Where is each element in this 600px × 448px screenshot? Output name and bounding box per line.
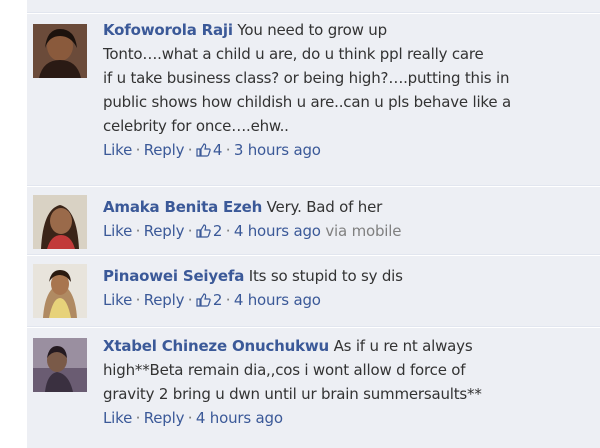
comment-timestamp[interactable]: 4 hours ago bbox=[196, 409, 283, 427]
comment-text: Amaka Benita Ezeh Very. Bad of her bbox=[103, 195, 594, 219]
profile-photo bbox=[33, 24, 87, 78]
comment-line: high**Beta remain dia,,cos i wont allow … bbox=[103, 361, 466, 379]
comment-body: Amaka Benita Ezeh Very. Bad of her Like ·… bbox=[103, 195, 594, 246]
comment-meta: Like · Reply · 4 · 3 hours ago bbox=[103, 138, 594, 165]
like-count: 2 bbox=[212, 291, 223, 309]
via-mobile: via mobile bbox=[325, 222, 402, 240]
comment-text: Xtabel Chineze Onuchukwu As if u re nt a… bbox=[103, 334, 594, 406]
thumbs-up-icon bbox=[196, 224, 211, 238]
comment-timestamp[interactable]: 4 hours ago bbox=[234, 222, 321, 240]
thumbs-up-icon bbox=[196, 143, 211, 157]
meta-separator: · bbox=[188, 413, 192, 424]
comment-line: Its so stupid to sy dis bbox=[248, 267, 403, 285]
comment-body: Xtabel Chineze Onuchukwu As if u re nt a… bbox=[103, 334, 594, 433]
avatar[interactable] bbox=[33, 195, 87, 249]
like-count-link[interactable]: 2 bbox=[196, 291, 222, 309]
meta-separator: · bbox=[136, 226, 140, 237]
meta-separator: · bbox=[188, 145, 192, 156]
thread-top-strip bbox=[27, 0, 600, 13]
avatar[interactable] bbox=[33, 24, 87, 78]
comment-line: celebrity for once….ehw.. bbox=[103, 117, 289, 135]
comment-line: Very. Bad of her bbox=[266, 198, 383, 216]
reply-link[interactable]: Reply bbox=[144, 222, 185, 240]
comment-line: gravity 2 bring u dwn until ur brain sum… bbox=[103, 385, 482, 403]
like-count: 4 bbox=[212, 141, 223, 159]
meta-separator: · bbox=[188, 295, 192, 306]
comment-meta: Like · Reply · 2 · 4 hours ago bbox=[103, 288, 594, 315]
like-link[interactable]: Like bbox=[103, 222, 132, 240]
comment-item: Xtabel Chineze Onuchukwu As if u re nt a… bbox=[27, 328, 600, 448]
profile-photo bbox=[33, 195, 87, 249]
comment-line: public shows how childish u are..can u p… bbox=[103, 93, 511, 111]
comment-line: if u take business class? or being high?… bbox=[103, 69, 510, 87]
meta-separator: · bbox=[136, 295, 140, 306]
comment-timestamp[interactable]: 4 hours ago bbox=[234, 291, 321, 309]
comment-author[interactable]: Kofoworola Raji bbox=[103, 21, 233, 39]
comment-body: Pinaowei Seiyefa Its so stupid to sy dis… bbox=[103, 264, 594, 315]
meta-separator: · bbox=[226, 295, 230, 306]
comment-thread: Kofoworola Raji You need to grow up Tont… bbox=[27, 0, 600, 448]
comment-body: Kofoworola Raji You need to grow up Tont… bbox=[103, 18, 594, 165]
comment-author[interactable]: Pinaowei Seiyefa bbox=[103, 267, 244, 285]
like-link[interactable]: Like bbox=[103, 409, 132, 427]
comment-text: Pinaowei Seiyefa Its so stupid to sy dis bbox=[103, 264, 594, 288]
comment-author[interactable]: Xtabel Chineze Onuchukwu bbox=[103, 337, 329, 355]
comment-line: Tonto….what a child u are, do u think pp… bbox=[103, 45, 484, 63]
comment-item: Kofoworola Raji You need to grow up Tont… bbox=[27, 14, 600, 186]
meta-separator: · bbox=[226, 226, 230, 237]
meta-separator: · bbox=[136, 413, 140, 424]
like-count-link[interactable]: 4 bbox=[196, 141, 222, 159]
profile-photo bbox=[33, 264, 87, 318]
meta-separator: · bbox=[136, 145, 140, 156]
thumbs-up-icon bbox=[196, 293, 211, 307]
comment-text: Kofoworola Raji You need to grow up Tont… bbox=[103, 18, 594, 138]
comment-meta: Like · Reply · 2 · 4 hours ago via mobile bbox=[103, 219, 594, 246]
comment-timestamp[interactable]: 3 hours ago bbox=[234, 141, 321, 159]
comment-author[interactable]: Amaka Benita Ezeh bbox=[103, 198, 262, 216]
comment-line: You need to grow up bbox=[237, 21, 387, 39]
like-count-link[interactable]: 2 bbox=[196, 222, 222, 240]
avatar[interactable] bbox=[33, 338, 87, 392]
avatar[interactable] bbox=[33, 264, 87, 318]
profile-photo bbox=[33, 338, 87, 392]
reply-link[interactable]: Reply bbox=[144, 291, 185, 309]
like-link[interactable]: Like bbox=[103, 291, 132, 309]
comment-item: Pinaowei Seiyefa Its so stupid to sy dis… bbox=[27, 256, 600, 327]
like-link[interactable]: Like bbox=[103, 141, 132, 159]
comment-item: Amaka Benita Ezeh Very. Bad of her Like ·… bbox=[27, 187, 600, 255]
meta-separator: · bbox=[188, 226, 192, 237]
like-count: 2 bbox=[212, 222, 223, 240]
reply-link[interactable]: Reply bbox=[144, 141, 185, 159]
meta-separator: · bbox=[226, 145, 230, 156]
comment-line: As if u re nt always bbox=[333, 337, 473, 355]
comment-meta: Like · Reply · 4 hours ago bbox=[103, 406, 594, 433]
reply-link[interactable]: Reply bbox=[144, 409, 185, 427]
